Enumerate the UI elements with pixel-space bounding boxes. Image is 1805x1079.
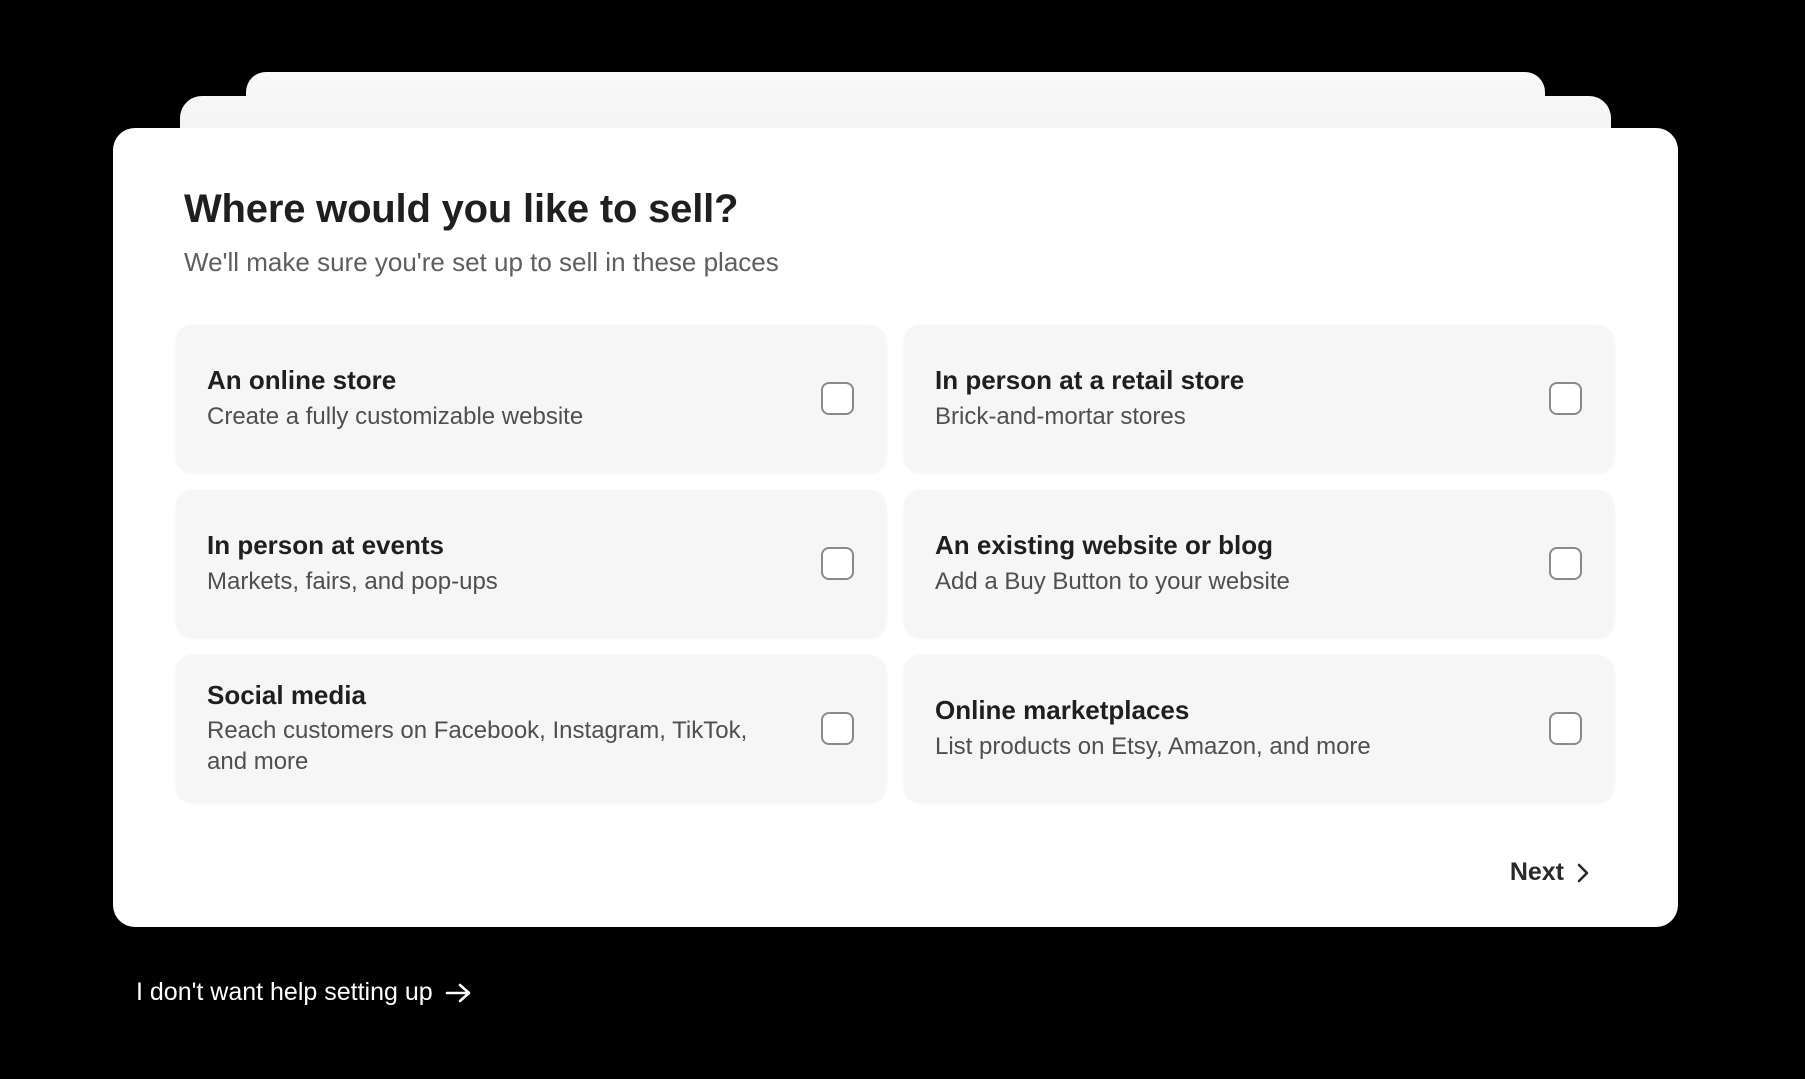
option-checkbox[interactable]: [1549, 381, 1582, 415]
option-description: Add a Buy Button to your website: [935, 567, 1290, 595]
option-description: Reach customers on Facebook, Instagram, …: [207, 716, 748, 776]
option-existing-website[interactable]: An existing website or blog Add a Buy Bu…: [904, 490, 1614, 637]
option-retail-store[interactable]: In person at a retail store Brick-and-mo…: [904, 325, 1614, 472]
option-description: List products on Etsy, Amazon, and more: [935, 732, 1371, 760]
next-button-label: Next: [1509, 858, 1564, 886]
option-checkbox[interactable]: [821, 546, 854, 580]
onboarding-screen: Where would you like to sell? We'll make…: [0, 0, 1805, 1079]
option-checkbox[interactable]: [821, 711, 854, 745]
option-checkbox[interactable]: [1549, 711, 1582, 745]
option-checkbox[interactable]: [821, 381, 854, 415]
option-events[interactable]: In person at events Markets, fairs, and …: [176, 490, 886, 637]
option-title: In person at a retail store: [935, 365, 1245, 396]
option-title: Social media: [207, 679, 366, 710]
page-title: Where would you like to sell?: [184, 187, 739, 231]
option-description: Brick-and-mortar stores: [935, 402, 1186, 430]
sell-channels-dialog: Where would you like to sell? We'll make…: [113, 128, 1678, 927]
option-title: An existing website or blog: [935, 530, 1274, 561]
options-grid: An online store Create a fully customiza…: [176, 325, 1614, 802]
option-description: Markets, fairs, and pop-ups: [207, 567, 498, 595]
skip-setup-link[interactable]: I don't want help setting up: [136, 978, 473, 1007]
next-button[interactable]: Next: [1510, 858, 1590, 887]
option-online-marketplaces[interactable]: Online marketplaces List products on Ets…: [904, 655, 1614, 802]
option-title: In person at events: [207, 530, 444, 561]
skip-setup-label: I don't want help setting up: [136, 978, 433, 1006]
page-subtitle: We'll make sure you're set up to sell in…: [184, 247, 779, 277]
arrow-right-icon: [445, 982, 473, 1004]
option-title: Online marketplaces: [935, 695, 1190, 726]
option-social-media[interactable]: Social media Reach customers on Facebook…: [176, 655, 886, 802]
option-checkbox[interactable]: [1549, 546, 1582, 580]
option-title: An online store: [207, 365, 397, 396]
option-online-store[interactable]: An online store Create a fully customiza…: [176, 325, 886, 472]
chevron-right-icon: [1576, 862, 1590, 884]
option-description: Create a fully customizable website: [207, 402, 584, 430]
